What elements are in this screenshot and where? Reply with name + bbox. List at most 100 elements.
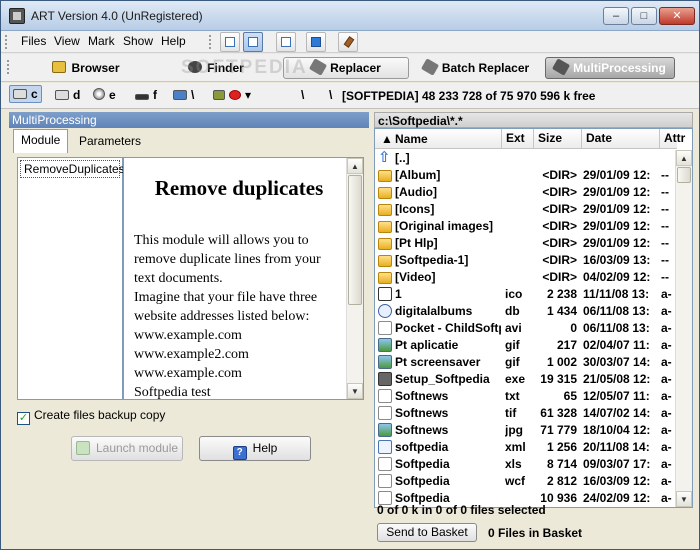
table-row[interactable]: [Pt Hlp] <DIR> 29/01/09 12: -- bbox=[375, 235, 677, 252]
table-row[interactable]: [Audio] <DIR> 29/01/09 12: -- bbox=[375, 184, 677, 201]
app-icon bbox=[9, 8, 25, 24]
menu-files[interactable]: Files bbox=[21, 34, 46, 48]
scroll-thumb[interactable] bbox=[677, 167, 691, 183]
table-row[interactable]: [Original images] <DIR> 29/01/09 12: -- bbox=[375, 218, 677, 235]
binoculars-icon bbox=[188, 61, 203, 73]
app-window: ART Version 4.0 (UnRegistered) – □ ✕ Fil… bbox=[0, 0, 700, 550]
table-row[interactable]: 1 ico 2 238 11/11/08 13: a- bbox=[375, 286, 677, 303]
scroll-up-icon[interactable]: ▲ bbox=[676, 150, 692, 166]
table-row[interactable]: Softnews jpg 71 779 18/10/04 12: a- bbox=[375, 422, 677, 439]
finder-tab[interactable]: Finder bbox=[176, 57, 256, 79]
drive-free-space: [SOFTPEDIA] 48 233 728 of 75 970 596 k f… bbox=[342, 89, 596, 103]
settings-icon[interactable] bbox=[306, 32, 326, 52]
file-size: 2 812 bbox=[546, 474, 577, 488]
file-list: ▲ Name Ext Size Date Attr [..] [Album] <DI… bbox=[374, 128, 693, 508]
table-row[interactable]: [..] bbox=[375, 148, 677, 167]
file-date: 29/01/09 12: bbox=[583, 236, 651, 250]
launch-module-button[interactable]: Launch module bbox=[71, 436, 183, 461]
send-to-basket-button[interactable]: Send to Basket bbox=[377, 523, 477, 542]
table-row[interactable]: [Video] <DIR> 04/02/09 12: -- bbox=[375, 269, 677, 286]
file-size: 65 bbox=[563, 389, 577, 403]
table-row[interactable]: Softpedia xls 8 714 09/03/07 17: a- bbox=[375, 456, 677, 473]
description-scrollbar[interactable]: ▲ ▼ bbox=[346, 158, 363, 399]
drive-e[interactable]: e bbox=[93, 88, 116, 102]
menu-mark[interactable]: Mark bbox=[88, 34, 115, 48]
multiprocessing-tab[interactable]: MultiProcessing bbox=[545, 57, 675, 79]
file-ext: jpg bbox=[505, 423, 523, 437]
file-size: 217 bbox=[556, 338, 577, 352]
minimize-button[interactable]: – bbox=[603, 7, 629, 25]
batch-replacer-tab[interactable]: Batch Replacer bbox=[415, 57, 537, 79]
favorites-dropdown[interactable]: ▾ bbox=[213, 88, 251, 102]
file-name: [..] bbox=[395, 151, 410, 165]
table-row[interactable]: [Album] <DIR> 29/01/09 12: -- bbox=[375, 167, 677, 184]
file-name: [Softpedia-1] bbox=[395, 253, 469, 267]
batch-tools-icon bbox=[420, 58, 439, 76]
file-name: Softpedia bbox=[395, 457, 450, 471]
drive-f[interactable]: f bbox=[135, 88, 157, 102]
xml-icon bbox=[378, 440, 392, 454]
table-row[interactable]: Softnews tif 61 328 14/07/02 14: a- bbox=[375, 405, 677, 422]
folder-icon bbox=[378, 272, 392, 284]
backup-option[interactable]: ✓ Create files backup copy bbox=[17, 408, 165, 425]
drive-c[interactable]: c bbox=[9, 85, 42, 103]
dual-panel-icon[interactable] bbox=[243, 32, 263, 52]
help-button[interactable]: ? Help bbox=[199, 436, 311, 461]
browser-tab[interactable]: Browser bbox=[41, 57, 131, 79]
drive-d[interactable]: d bbox=[55, 88, 80, 102]
table-row[interactable]: digitalalbums db 1 434 06/11/08 13: a- bbox=[375, 303, 677, 320]
file-list-scrollbar[interactable]: ▲ ▼ bbox=[675, 150, 692, 507]
tab-module[interactable]: Module bbox=[13, 129, 69, 153]
menu-grip-icon bbox=[5, 35, 8, 49]
drive-bar: c d e f \ ▾ \ \ [SOFTPEDIA] 48 233 728 o… bbox=[1, 83, 699, 109]
table-row[interactable]: Softpedia wcf 2 812 16/03/09 12: a- bbox=[375, 473, 677, 490]
folder-icon bbox=[378, 255, 392, 267]
replacer-tab[interactable]: Replacer bbox=[283, 57, 409, 79]
drive-network[interactable]: \ bbox=[173, 88, 194, 102]
file-name: [Audio] bbox=[395, 185, 437, 199]
file-date: 11/11/08 13: bbox=[583, 287, 650, 301]
root-folder-button[interactable]: \ bbox=[301, 88, 304, 102]
scroll-up-icon[interactable]: ▲ bbox=[347, 158, 363, 174]
table-row[interactable]: Pt screensaver gif 1 002 30/03/07 14: a- bbox=[375, 354, 677, 371]
column-name[interactable]: Name bbox=[395, 132, 428, 146]
title-bar: ART Version 4.0 (UnRegistered) – □ ✕ bbox=[1, 1, 699, 31]
file-size: <DIR> bbox=[542, 253, 577, 267]
tab-parameters[interactable]: Parameters bbox=[71, 130, 149, 152]
backup-checkbox[interactable]: ✓ bbox=[17, 412, 30, 425]
basket-count: 0 Files in Basket bbox=[488, 526, 583, 540]
maximize-button[interactable]: □ bbox=[631, 7, 657, 25]
menu-help[interactable]: Help bbox=[161, 34, 186, 48]
exe-icon bbox=[378, 372, 392, 386]
brush-icon[interactable] bbox=[338, 32, 358, 52]
table-row[interactable]: Softnews txt 65 12/05/07 11: a- bbox=[375, 388, 677, 405]
module-item-remove-duplicates[interactable]: RemoveDuplicates bbox=[20, 160, 125, 178]
menu-view[interactable]: View bbox=[54, 34, 80, 48]
table-row[interactable]: [Icons] <DIR> 29/01/09 12: -- bbox=[375, 201, 677, 218]
window-view-icon[interactable] bbox=[276, 32, 296, 52]
close-button[interactable]: ✕ bbox=[659, 7, 695, 25]
table-row[interactable]: Pt aplicatie gif 217 02/04/07 11: a- bbox=[375, 337, 677, 354]
single-panel-icon[interactable] bbox=[220, 32, 240, 52]
file-date: 20/11/08 14: bbox=[583, 440, 650, 454]
table-row[interactable]: Setup_Softpedia exe 19 315 21/05/08 12: a- bbox=[375, 371, 677, 388]
column-attr[interactable]: Attr bbox=[659, 129, 685, 149]
table-row[interactable]: Pocket - ChildSoftp avi 0 06/11/08 13: a- bbox=[375, 320, 677, 337]
multiprocessing-pane: MultiProcessing Module Parameters Remove… bbox=[9, 112, 369, 544]
img-icon bbox=[378, 423, 392, 437]
parent-folder-button[interactable]: \ bbox=[329, 88, 332, 102]
file-size: <DIR> bbox=[542, 219, 577, 233]
chevron-down-icon: ▾ bbox=[245, 88, 252, 102]
file-date: 29/01/09 12: bbox=[583, 168, 651, 182]
network-icon bbox=[173, 90, 187, 100]
scroll-thumb[interactable] bbox=[348, 175, 362, 305]
table-row[interactable]: [Softpedia-1] <DIR> 16/03/09 13: -- bbox=[375, 252, 677, 269]
column-size[interactable]: Size bbox=[533, 129, 562, 149]
file-name: Softnews bbox=[395, 423, 449, 437]
scroll-down-icon[interactable]: ▼ bbox=[347, 383, 363, 399]
menu-show[interactable]: Show bbox=[123, 34, 153, 48]
table-row[interactable]: softpedia xml 1 256 20/11/08 14: a- bbox=[375, 439, 677, 456]
file-ext: avi bbox=[505, 321, 522, 335]
column-date[interactable]: Date bbox=[581, 129, 612, 149]
column-ext[interactable]: Ext bbox=[501, 129, 525, 149]
